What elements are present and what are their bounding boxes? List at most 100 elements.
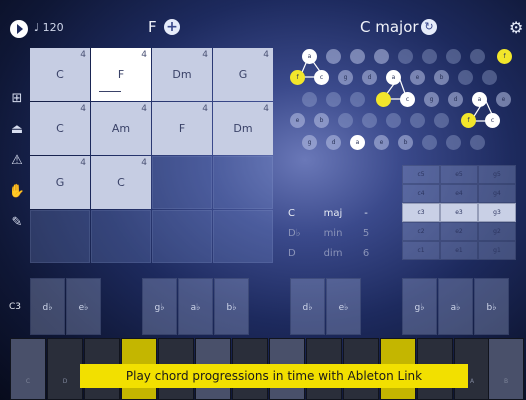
- white-key[interactable]: B: [488, 338, 524, 400]
- empty-cell[interactable]: [152, 156, 212, 209]
- note-dot[interactable]: e: [410, 70, 425, 85]
- note-dot[interactable]: [302, 92, 317, 107]
- voicing-cell[interactable]: e2: [440, 222, 478, 241]
- note-dot[interactable]: d: [362, 70, 377, 85]
- voicing-cell[interactable]: c1: [402, 241, 440, 260]
- black-key[interactable]: g♭: [142, 278, 177, 335]
- black-key[interactable]: e♭: [326, 278, 361, 335]
- note-dot[interactable]: [326, 92, 341, 107]
- note-dot[interactable]: [410, 113, 425, 128]
- note-dot[interactable]: [350, 49, 365, 64]
- note-dot[interactable]: [470, 49, 485, 64]
- quality-label[interactable]: maj: [310, 208, 356, 228]
- note-dot[interactable]: g: [424, 92, 439, 107]
- black-key[interactable]: g♭: [402, 278, 437, 335]
- chord-cell[interactable]: 4C: [30, 102, 90, 155]
- empty-cell[interactable]: [30, 210, 90, 263]
- note-dot[interactable]: a: [386, 70, 401, 85]
- note-dot[interactable]: c: [400, 92, 415, 107]
- voicing-cell-selected[interactable]: g3: [478, 203, 516, 222]
- note-dot[interactable]: b: [314, 113, 329, 128]
- voicing-cell[interactable]: e5: [440, 165, 478, 184]
- note-dot[interactable]: [350, 92, 365, 107]
- quality-label[interactable]: min: [310, 228, 356, 248]
- warning-icon[interactable]: ⚠: [8, 152, 26, 170]
- note-dot[interactable]: g: [338, 70, 353, 85]
- note-dot[interactable]: b: [398, 135, 413, 150]
- voicing-cell-selected[interactable]: c3: [402, 203, 440, 222]
- black-key[interactable]: a♭: [178, 278, 213, 335]
- chord-picker-row[interactable]: D dim 6: [288, 248, 398, 268]
- add-chord-icon[interactable]: +: [164, 19, 180, 35]
- scale-selector[interactable]: C major: [360, 18, 419, 36]
- note-dot[interactable]: e: [290, 113, 305, 128]
- note-dot-active[interactable]: f: [461, 113, 476, 128]
- note-dot[interactable]: e: [496, 92, 511, 107]
- chord-cell[interactable]: 4G: [30, 156, 90, 209]
- note-dot[interactable]: [386, 113, 401, 128]
- voicing-cell-selected[interactable]: e3: [440, 203, 478, 222]
- inversion-label[interactable]: 6: [356, 248, 376, 268]
- note-dot-active[interactable]: f: [290, 70, 305, 85]
- black-key[interactable]: a♭: [438, 278, 473, 335]
- empty-cell[interactable]: [91, 210, 151, 263]
- note-dot[interactable]: c: [485, 113, 500, 128]
- root-label[interactable]: D: [288, 248, 310, 268]
- note-dot[interactable]: d: [326, 135, 341, 150]
- note-dot[interactable]: [470, 135, 485, 150]
- note-dot[interactable]: [362, 113, 377, 128]
- chord-cell-active[interactable]: 4F: [91, 48, 151, 101]
- note-dot[interactable]: [482, 70, 497, 85]
- voicing-cell[interactable]: e1: [440, 241, 478, 260]
- empty-cell[interactable]: [213, 156, 273, 209]
- note-dot[interactable]: [326, 49, 341, 64]
- note-dot[interactable]: d: [448, 92, 463, 107]
- empty-cell[interactable]: [152, 210, 212, 263]
- note-dot[interactable]: [374, 49, 389, 64]
- voicing-cell[interactable]: c4: [402, 184, 440, 203]
- note-dot[interactable]: b: [434, 70, 449, 85]
- grid-icon[interactable]: ⊞: [8, 90, 26, 108]
- chord-cell[interactable]: 4F: [152, 102, 212, 155]
- edit-icon[interactable]: ✎: [8, 214, 26, 232]
- hand-icon[interactable]: ✋: [8, 183, 26, 201]
- empty-cell[interactable]: [213, 210, 273, 263]
- note-dot[interactable]: a: [472, 92, 487, 107]
- note-dot[interactable]: [446, 135, 461, 150]
- chord-cell[interactable]: 4G: [213, 48, 273, 101]
- white-key[interactable]: D: [47, 338, 83, 400]
- note-dot-active[interactable]: f: [497, 49, 512, 64]
- root-label[interactable]: D♭: [288, 228, 310, 248]
- chord-cell[interactable]: 4 Dm: [152, 48, 212, 101]
- white-key[interactable]: C: [10, 338, 46, 400]
- chord-cell[interactable]: 4 Dm: [213, 102, 273, 155]
- key-selector[interactable]: F: [148, 18, 157, 36]
- note-dot[interactable]: [422, 135, 437, 150]
- quality-label[interactable]: dim: [310, 248, 356, 268]
- tempo-display[interactable]: ♩ 120: [34, 21, 64, 34]
- chord-cell[interactable]: 4C: [91, 156, 151, 209]
- chord-picker-row[interactable]: D♭ min 5: [288, 228, 398, 248]
- voicing-cell[interactable]: g2: [478, 222, 516, 241]
- note-dot[interactable]: a: [350, 135, 365, 150]
- note-dot[interactable]: g: [302, 135, 317, 150]
- voicing-cell[interactable]: c2: [402, 222, 440, 241]
- black-key[interactable]: e♭: [66, 278, 101, 335]
- voicing-cell[interactable]: e4: [440, 184, 478, 203]
- settings-icon[interactable]: ⚙: [509, 19, 526, 36]
- note-dot[interactable]: [398, 49, 413, 64]
- voicing-cell[interactable]: g1: [478, 241, 516, 260]
- inversion-label[interactable]: -: [356, 208, 376, 228]
- chord-cell[interactable]: 4 Am: [91, 102, 151, 155]
- voicing-cell[interactable]: g4: [478, 184, 516, 203]
- note-dot[interactable]: a: [302, 49, 317, 64]
- play-icon[interactable]: [10, 20, 28, 38]
- metronome-icon[interactable]: ⏏: [8, 121, 26, 139]
- black-key[interactable]: d♭: [290, 278, 325, 335]
- voicing-cell[interactable]: c5: [402, 165, 440, 184]
- black-key[interactable]: b♭: [474, 278, 509, 335]
- note-dot[interactable]: [434, 113, 449, 128]
- voicing-cell[interactable]: g5: [478, 165, 516, 184]
- black-key[interactable]: d♭: [30, 278, 65, 335]
- black-key[interactable]: b♭: [214, 278, 249, 335]
